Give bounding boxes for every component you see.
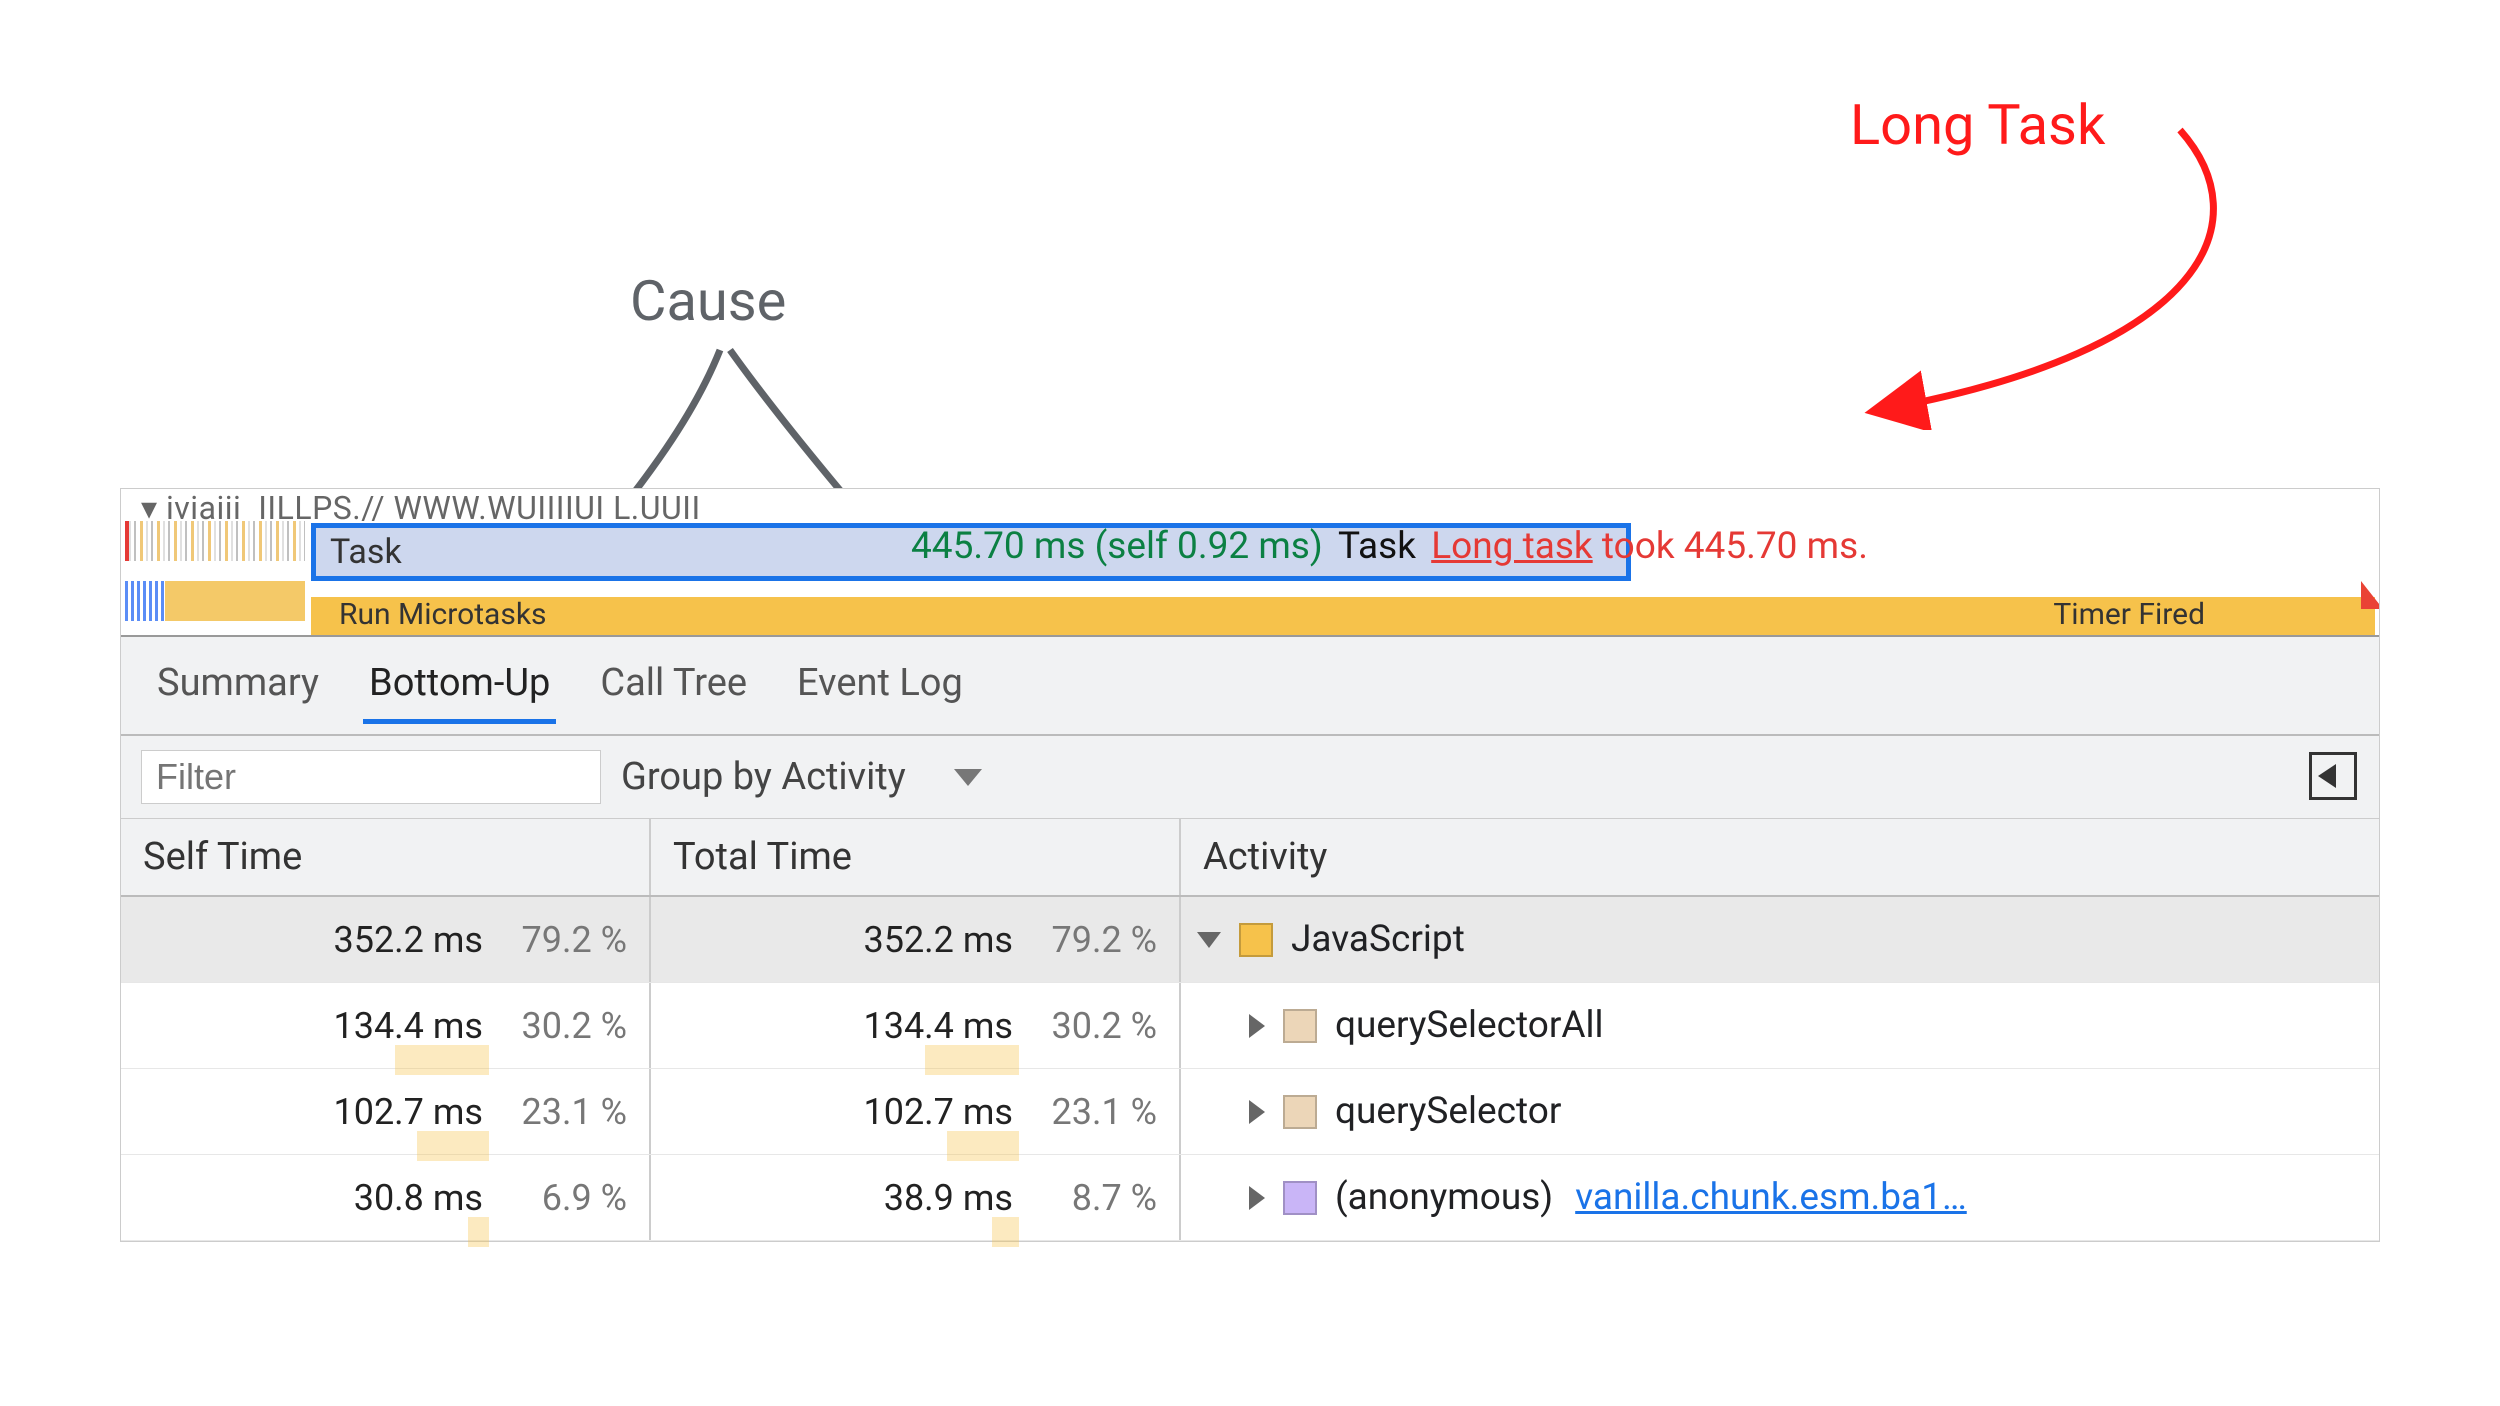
overflow-marker-icon [2361, 581, 2379, 609]
pct-value: 79.2 % [1027, 919, 1157, 961]
activity-cell: querySelectorAll [1181, 983, 2379, 1068]
tab-bottom-up[interactable]: Bottom-Up [363, 653, 556, 724]
table-row[interactable]: 102.7 ms 23.1 % 102.7 ms 23.1 % querySelecto… [121, 1069, 2379, 1155]
minimap2[interactable] [125, 581, 305, 621]
filter-input[interactable] [141, 750, 601, 804]
pct-value: 30.2 % [1027, 1005, 1157, 1047]
time-cell: 134.4 ms 30.2 % [121, 983, 651, 1068]
col-activity[interactable]: Activity [1181, 819, 2379, 895]
chevron-down-icon [954, 769, 982, 786]
time-cell: 102.7 ms 23.1 % [121, 1069, 651, 1154]
table-row[interactable]: 352.2 ms 79.2 % 352.2 ms 79.2 % JavaScript [121, 897, 2379, 983]
category-swatch-icon [1283, 1009, 1317, 1043]
timer-fired-bar[interactable]: Timer Fired [2053, 597, 2205, 632]
table-row[interactable]: 134.4 ms 30.2 % 134.4 ms 30.2 % querySelecto… [121, 983, 2379, 1069]
triangle-right-icon[interactable] [1249, 1014, 1265, 1038]
tab-call-tree[interactable]: Call Tree [594, 653, 753, 724]
triangle-right-icon[interactable] [1249, 1100, 1265, 1124]
annotation-long-task: Long Task [1850, 92, 2105, 158]
category-swatch-icon [1283, 1181, 1317, 1215]
devtools-performance-panel: ▾ iviaiii IILLPS.// WWW.WUIIIIUI L.UUII … [120, 488, 2380, 1242]
table-row[interactable]: 30.8 ms 6.9 % 38.9 ms 8.7 % (anonymous) vanil… [121, 1155, 2379, 1241]
show-heaviest-stack-button[interactable] [2309, 752, 2357, 800]
col-self-time[interactable]: Self Time [121, 819, 651, 895]
activity-name: querySelectorAll [1335, 1004, 1604, 1047]
time-cell: 102.7 ms 23.1 % [651, 1069, 1181, 1154]
pct-value: 6.9 % [497, 1177, 627, 1219]
bottom-up-rows: 352.2 ms 79.2 % 352.2 ms 79.2 % JavaScript 13… [121, 897, 2379, 1241]
activity-cell: (anonymous) vanilla.chunk.esm.ba1… [1181, 1155, 2379, 1240]
group-by-dropdown[interactable]: Group by Activity [621, 755, 982, 799]
task-tooltip: 445.70 ms (self 0.92 ms) Task Long task … [911, 525, 1868, 568]
pct-value: 23.1 % [1027, 1091, 1157, 1133]
triangle-down-icon[interactable] [1197, 932, 1221, 948]
annotation-cause: Cause [630, 268, 786, 334]
time-cell: 38.9 ms 8.7 % [651, 1155, 1181, 1240]
triangle-right-icon[interactable] [1249, 1186, 1265, 1210]
pct-value: 30.2 % [497, 1005, 627, 1047]
category-swatch-icon [1239, 923, 1273, 957]
pct-value: 79.2 % [497, 919, 627, 961]
source-link[interactable]: vanilla.chunk.esm.ba1… [1575, 1176, 1967, 1219]
flame-subrow[interactable]: Run Microtasks Timer Fired [311, 597, 2375, 637]
pct-value: 23.1 % [497, 1091, 627, 1133]
filter-bar: Group by Activity [121, 736, 2379, 819]
category-swatch-icon [1283, 1095, 1317, 1129]
minimap[interactable] [125, 521, 305, 561]
activity-cell: JavaScript [1181, 897, 2379, 982]
pct-value: 8.7 % [1027, 1177, 1157, 1219]
column-headers: Self Time Total Time Activity [121, 819, 2379, 897]
time-cell: 352.2 ms 79.2 % [651, 897, 1181, 982]
ms-value: 102.7 ms [863, 1091, 1013, 1133]
activity-name: (anonymous) [1335, 1176, 1553, 1219]
ms-value: 352.2 ms [863, 919, 1013, 961]
ms-value: 134.4 ms [333, 1005, 483, 1047]
ms-value: 102.7 ms [333, 1091, 483, 1133]
run-microtasks-bar[interactable]: Run Microtasks [339, 597, 547, 632]
col-total-time[interactable]: Total Time [651, 819, 1181, 895]
ms-value: 38.9 ms [884, 1177, 1013, 1219]
tab-summary[interactable]: Summary [151, 653, 325, 724]
ms-value: 352.2 ms [333, 919, 483, 961]
activity-name: JavaScript [1291, 918, 1465, 961]
activity-cell: querySelector [1181, 1069, 2379, 1154]
long-task-arrow-icon [1830, 100, 2290, 430]
activity-name: querySelector [1335, 1090, 1561, 1133]
ms-value: 134.4 ms [863, 1005, 1013, 1047]
ms-value: 30.8 ms [354, 1177, 483, 1219]
long-task-link[interactable]: Long task [1431, 525, 1593, 568]
details-tabs: Summary Bottom-Up Call Tree Event Log [121, 637, 2379, 736]
time-cell: 352.2 ms 79.2 % [121, 897, 651, 982]
time-cell: 30.8 ms 6.9 % [121, 1155, 651, 1240]
flame-chart-strip[interactable]: ▾ iviaiii IILLPS.// WWW.WUIIIIUI L.UUII … [121, 489, 2379, 637]
triangle-left-icon [2318, 764, 2336, 788]
tab-event-log[interactable]: Event Log [791, 653, 969, 724]
time-cell: 134.4 ms 30.2 % [651, 983, 1181, 1068]
